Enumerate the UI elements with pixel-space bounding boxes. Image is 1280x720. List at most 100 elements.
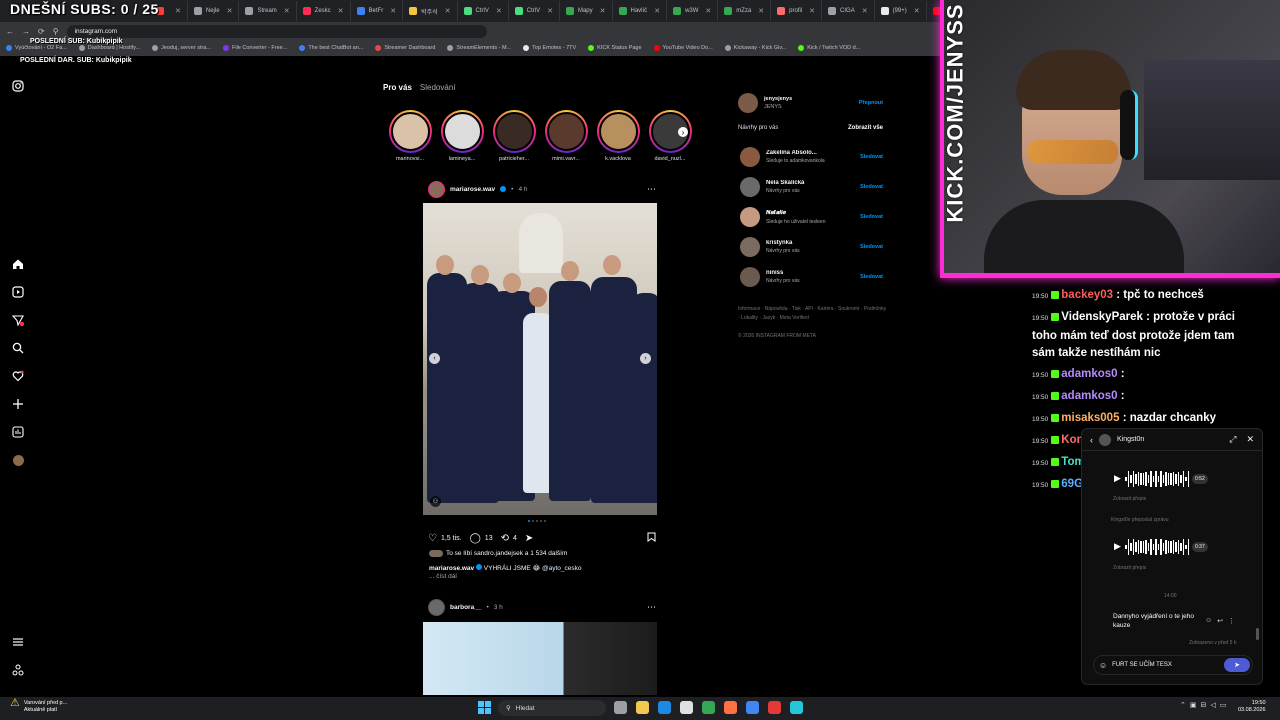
weather-widget[interactable]: ⚠ Varování před p... Aktuálně platí bbox=[10, 698, 67, 714]
dm-back-icon[interactable]: ‹ bbox=[1090, 435, 1093, 445]
bookmark-item[interactable]: Jeoduj, server stra... bbox=[152, 45, 211, 51]
tab-close-icon[interactable]: ✕ bbox=[600, 7, 606, 15]
caption-author[interactable]: mariarose.wav bbox=[429, 565, 474, 572]
notifications-heart-icon[interactable] bbox=[11, 369, 25, 383]
switch-account-link[interactable]: Přepnout bbox=[859, 100, 883, 106]
bookmark-item[interactable]: Top Emotes - 7TV bbox=[523, 45, 576, 51]
taskbar-search[interactable]: ⚲ Hledat bbox=[498, 700, 606, 716]
follow-button[interactable]: Sledovat bbox=[860, 154, 883, 160]
tab-close-icon[interactable]: ✕ bbox=[284, 7, 290, 15]
create-plus-icon[interactable] bbox=[11, 397, 25, 411]
browser-tab[interactable]: CtrlV ✕ bbox=[509, 1, 560, 21]
suggestion-avatar[interactable] bbox=[740, 267, 760, 287]
tab-close-icon[interactable]: ✕ bbox=[654, 7, 660, 15]
story-item[interactable]: marinovsi... bbox=[388, 110, 432, 162]
voice-play-icon[interactable]: ▶ bbox=[1113, 541, 1122, 551]
tab-for-you[interactable]: Pro vás bbox=[383, 83, 412, 92]
messages-icon[interactable] bbox=[11, 313, 25, 327]
tab-close-icon[interactable]: ✕ bbox=[809, 7, 815, 15]
post-author-name[interactable]: mariarose.wav bbox=[450, 186, 495, 193]
chrome-icon[interactable] bbox=[702, 701, 715, 714]
comment-icon[interactable]: ◯ bbox=[470, 533, 481, 544]
dm-input-text[interactable]: FURT SE UČÍM TESX bbox=[1112, 662, 1172, 668]
story-item[interactable]: k.vacklova bbox=[596, 110, 640, 162]
post-author-name[interactable]: barbora__ bbox=[450, 604, 481, 611]
tab-close-icon[interactable]: ✕ bbox=[914, 7, 920, 15]
meta-apps-icon[interactable] bbox=[11, 663, 25, 677]
suggestion-username[interactable]: kristynka bbox=[766, 240, 854, 246]
chat-username[interactable]: VidenskyParek bbox=[1061, 311, 1143, 323]
dm-scrollbar[interactable] bbox=[1256, 628, 1259, 640]
instagram-logo-icon[interactable] bbox=[11, 79, 25, 93]
bookmark-item[interactable]: StreamElements - M... bbox=[447, 45, 511, 51]
obs-icon[interactable] bbox=[768, 701, 781, 714]
like-heart-icon[interactable]: ♡ bbox=[428, 533, 437, 544]
dm-close-icon[interactable]: ✕ bbox=[1246, 434, 1254, 445]
tab-following[interactable]: Sledování bbox=[420, 83, 456, 92]
browser-tab[interactable]: Zeskc ✕ bbox=[297, 1, 351, 21]
follow-button[interactable]: Sledovat bbox=[860, 214, 883, 220]
app-icon[interactable] bbox=[790, 701, 803, 714]
search-icon[interactable] bbox=[11, 341, 25, 355]
current-account-username[interactable]: jenysjenys bbox=[764, 96, 853, 102]
back-icon[interactable]: ← bbox=[6, 27, 14, 36]
suggestion-username[interactable]: Žakelína Absolo... bbox=[766, 150, 854, 156]
post-image[interactable] bbox=[423, 622, 657, 695]
bookmark-item[interactable]: Kick / Twitch VOD d... bbox=[798, 45, 860, 51]
image-prev-icon[interactable]: ‹ bbox=[429, 353, 440, 364]
bookmark-item[interactable]: YouTube Video Do... bbox=[653, 45, 713, 51]
tab-close-icon[interactable]: ✕ bbox=[862, 7, 868, 15]
voice-play-icon[interactable]: ▶ bbox=[1113, 473, 1122, 483]
site-info-icon[interactable]: ⚲ bbox=[53, 27, 59, 36]
tray-chevron-icon[interactable]: ⌃ bbox=[1180, 701, 1186, 709]
suggestion-avatar[interactable] bbox=[740, 147, 760, 167]
emoji-picker-icon[interactable]: ☺ bbox=[1099, 661, 1107, 670]
stories-next-icon[interactable]: › bbox=[678, 127, 688, 137]
browser-tab[interactable]: Nejle ✕ bbox=[188, 1, 240, 21]
chat-username[interactable]: adamkos0 bbox=[1061, 368, 1117, 380]
post-image[interactable]: ‹ › ⚇ bbox=[423, 203, 657, 515]
reply-icon[interactable]: ↩ bbox=[1217, 617, 1223, 625]
edge-icon[interactable] bbox=[658, 701, 671, 714]
image-next-icon[interactable]: › bbox=[640, 353, 651, 364]
chat-username[interactable]: backey03 bbox=[1061, 289, 1113, 301]
tab-close-icon[interactable]: ✕ bbox=[227, 7, 233, 15]
network-icon[interactable]: ⊟ bbox=[1201, 701, 1207, 709]
url-field[interactable]: instagram.com bbox=[66, 24, 487, 38]
share-icon[interactable]: ➤ bbox=[525, 533, 533, 544]
tab-close-icon[interactable]: ✕ bbox=[175, 7, 181, 15]
tab-close-icon[interactable]: ✕ bbox=[496, 7, 502, 15]
reels-icon[interactable] bbox=[11, 285, 25, 299]
bookmark-item[interactable]: Kickaway - Kick Giv... bbox=[724, 45, 786, 51]
story-item[interactable]: mimi.vavr... bbox=[544, 110, 588, 162]
chat-username[interactable]: adamkos0 bbox=[1061, 390, 1117, 402]
suggestion-avatar[interactable] bbox=[740, 207, 760, 227]
dm-contact-name[interactable]: Kingst0n bbox=[1117, 436, 1144, 443]
browser-tab[interactable]: BetFr ✕ bbox=[351, 1, 404, 21]
story-item[interactable]: patricieher... bbox=[492, 110, 536, 162]
tab-close-icon[interactable]: ✕ bbox=[390, 7, 396, 15]
suggestion-avatar[interactable] bbox=[740, 177, 760, 197]
menu-hamburger-icon[interactable] bbox=[11, 635, 25, 649]
follow-button[interactable]: Sledovat bbox=[860, 244, 883, 250]
footer-links[interactable]: Informace · Nápověda · Tisk · API · Kari… bbox=[738, 305, 888, 323]
caption-mention-link[interactable]: @ayto_cesko bbox=[542, 565, 581, 572]
bookmark-item[interactable]: Streamer Dashboard bbox=[375, 45, 435, 51]
post-more-icon[interactable]: ⋯ bbox=[647, 184, 656, 195]
voice-message[interactable]: ▶ 0:37 bbox=[1113, 539, 1208, 555]
tab-close-icon[interactable]: ✕ bbox=[758, 7, 764, 15]
suggestion-username[interactable]: 𝑵𝒂𝒕𝒂𝒍𝒊𝒆 bbox=[766, 210, 854, 217]
post-author-avatar[interactable] bbox=[428, 180, 445, 198]
tab-close-icon[interactable]: ✕ bbox=[445, 7, 451, 15]
post-more-icon[interactable]: ⋯ bbox=[647, 602, 656, 613]
tray-app-icon[interactable]: ▣ bbox=[1190, 701, 1197, 709]
reload-icon[interactable]: ⟳ bbox=[38, 27, 45, 36]
suggestion-username[interactable]: niniss bbox=[766, 270, 854, 276]
read-more-link[interactable]: ... číst dál bbox=[429, 573, 457, 580]
start-button[interactable] bbox=[478, 701, 491, 714]
bookmark-item[interactable]: File Converter - Free... bbox=[222, 45, 287, 51]
chat-username[interactable]: misaks005 bbox=[1061, 412, 1119, 424]
home-icon[interactable] bbox=[11, 257, 25, 271]
follow-button[interactable]: Sledovat bbox=[860, 274, 883, 280]
message-more-icon[interactable]: ⋮ bbox=[1228, 617, 1235, 625]
